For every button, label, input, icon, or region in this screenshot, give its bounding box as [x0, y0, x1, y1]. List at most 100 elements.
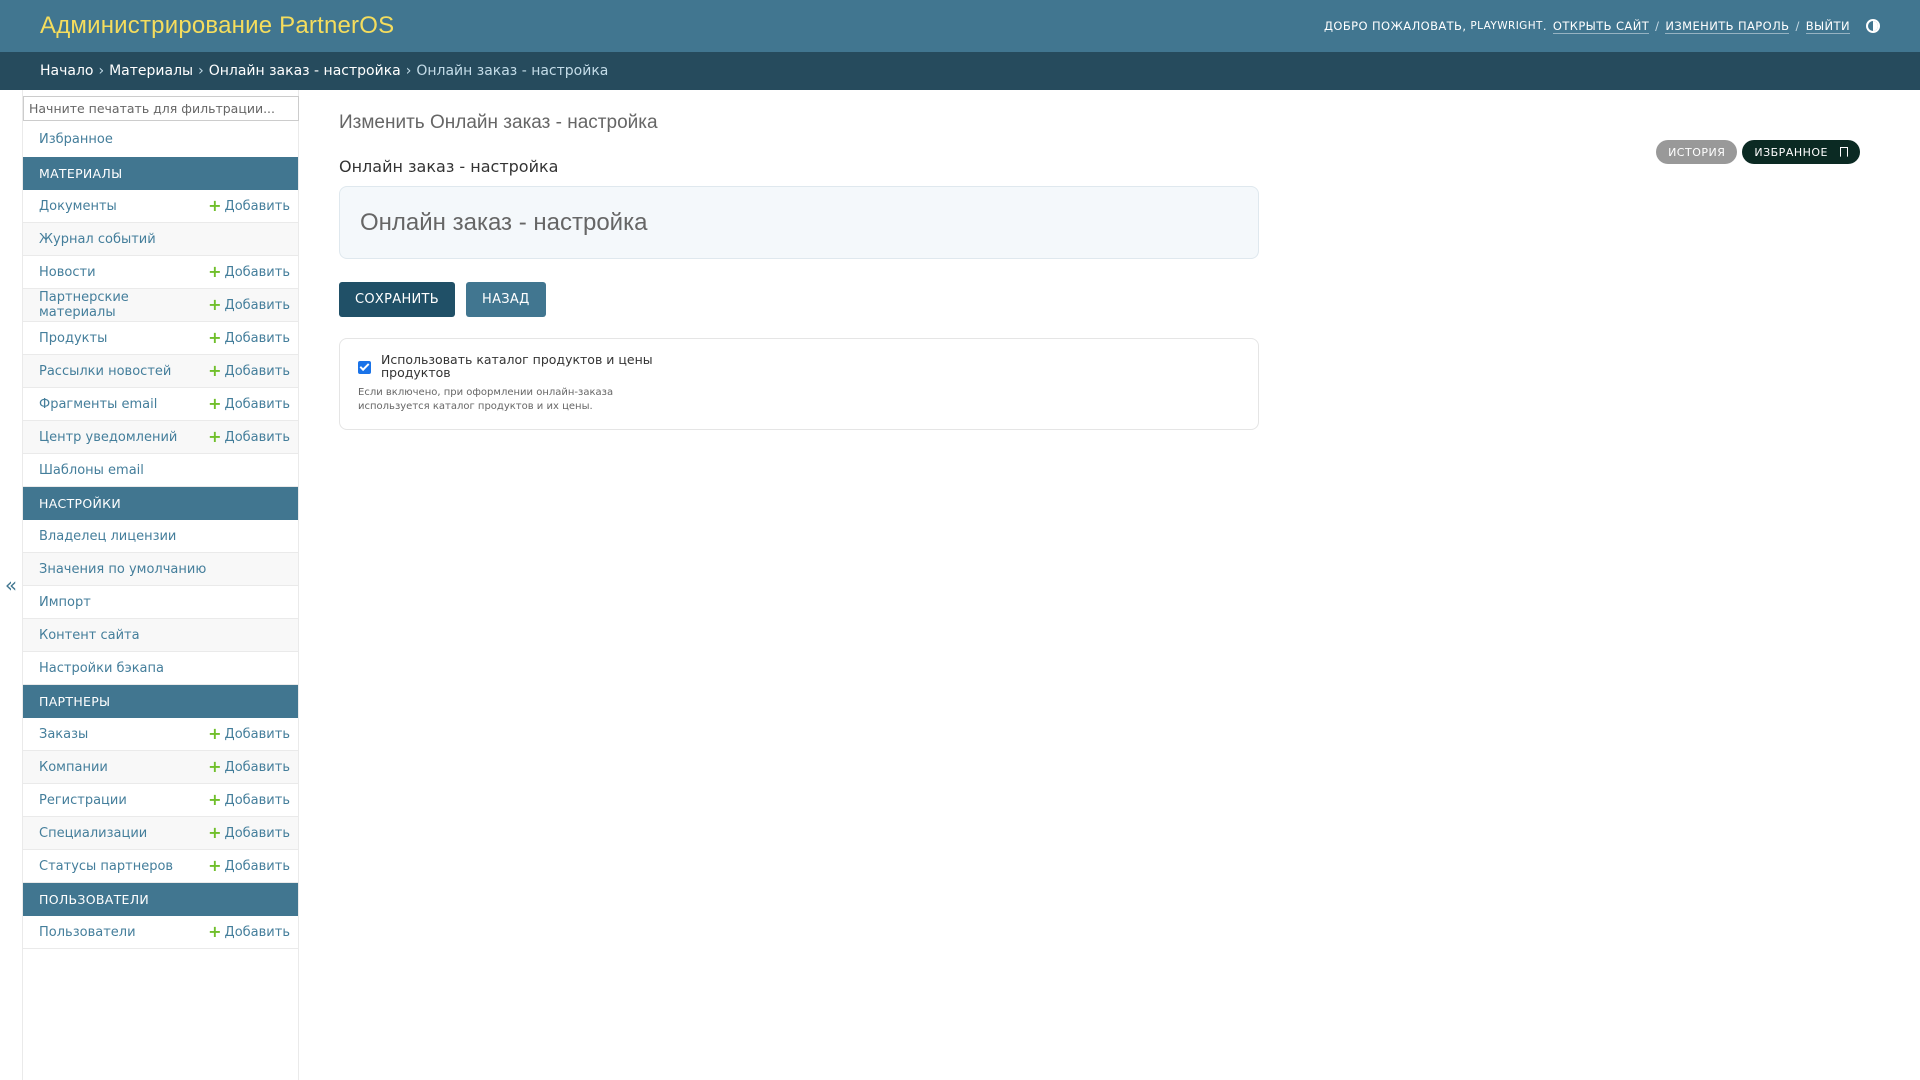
sidebar-item[interactable]: Новости + Добавить: [23, 256, 298, 289]
sidebar-item-label[interactable]: Рассылки новостей: [39, 364, 171, 379]
sidebar-item[interactable]: Владелец лицензии: [23, 520, 298, 553]
plus-icon: +: [208, 856, 222, 875]
save-button[interactable]: Сохранить: [339, 282, 456, 317]
sidebar-item[interactable]: Партнерские материалы + Добавить: [23, 289, 298, 322]
header: Администрирование PartnerOS Добро пожало…: [0, 0, 1920, 52]
settings-fieldset: Использовать каталог продуктов и цены пр…: [339, 338, 1259, 430]
sidebar-item-label[interactable]: Импорт: [39, 595, 91, 610]
add-link[interactable]: + Добавить: [208, 330, 290, 346]
sidebar-collapse-button[interactable]: «: [0, 90, 22, 1080]
breadcrumb-app[interactable]: Материалы: [109, 63, 193, 79]
sidebar-item-label[interactable]: Шаблоны email: [39, 463, 144, 478]
plus-icon: +: [208, 724, 222, 743]
sidebar-item[interactable]: Центр уведомлений + Добавить: [23, 421, 298, 454]
submit-row: Сохранить Назад: [339, 282, 546, 317]
add-link[interactable]: + Добавить: [208, 792, 290, 808]
sidebar-item-label[interactable]: Настройки бэкапа: [39, 661, 164, 676]
sidebar-item[interactable]: Регистрации + Добавить: [23, 784, 298, 817]
sidebar-item-label[interactable]: Новости: [39, 265, 96, 280]
add-link[interactable]: + Добавить: [208, 363, 290, 379]
sidebar-section-header[interactable]: Партнеры: [23, 685, 298, 718]
back-button[interactable]: Назад: [466, 282, 546, 317]
sidebar-item[interactable]: Специализации + Добавить: [23, 817, 298, 850]
add-link[interactable]: + Добавить: [208, 825, 290, 841]
sidebar-item-label[interactable]: Заказы: [39, 727, 88, 742]
sidebar-item[interactable]: Настройки бэкапа: [23, 652, 298, 685]
use-catalog-checkbox[interactable]: [358, 361, 371, 374]
sidebar-item[interactable]: Пользователи + Добавить: [23, 916, 298, 949]
sidebar-item-label[interactable]: Статусы партнеров: [39, 859, 173, 874]
add-label: Добавить: [224, 759, 290, 775]
sidebar-item[interactable]: Продукты + Добавить: [23, 322, 298, 355]
use-catalog-label[interactable]: Использовать каталог продуктов и цены пр…: [381, 353, 671, 379]
add-label: Добавить: [224, 924, 290, 940]
sidebar-item-label[interactable]: Продукты: [39, 331, 107, 346]
history-button[interactable]: История: [1656, 140, 1738, 164]
sidebar-item[interactable]: Шаблоны email: [23, 454, 298, 487]
logout-link[interactable]: Выйти: [1805, 19, 1850, 34]
sidebar-item-label[interactable]: Фрагменты email: [39, 397, 157, 412]
use-catalog-help-text: Если включено, при оформлении онлайн-зак…: [358, 387, 614, 412]
sidebar-item-label[interactable]: Специализации: [39, 826, 147, 841]
breadcrumb-model[interactable]: Онлайн заказ - настройка: [209, 63, 401, 79]
plus-icon: +: [208, 328, 222, 347]
plus-icon: +: [208, 262, 222, 281]
sidebar-item-label[interactable]: Владелец лицензии: [39, 529, 176, 544]
sidebar-item-label[interactable]: Документы: [39, 199, 117, 214]
change-password-link[interactable]: Изменить пароль: [1665, 19, 1790, 34]
sidebar-item[interactable]: Статусы партнеров + Добавить: [23, 850, 298, 883]
add-link[interactable]: + Добавить: [208, 198, 290, 214]
sidebar-item-label: Избранное: [39, 131, 113, 147]
history-label: История: [1668, 145, 1726, 159]
sidebar-item-label[interactable]: Значения по умолчанию: [39, 562, 206, 577]
sidebar-item-label[interactable]: Пользователи: [39, 925, 136, 940]
sidebar-item[interactable]: Журнал событий: [23, 223, 298, 256]
breadcrumb-current: Онлайн заказ - настройка: [416, 63, 609, 79]
sidebar-item[interactable]: Значения по умолчанию: [23, 553, 298, 586]
add-link[interactable]: + Добавить: [208, 924, 290, 940]
plus-icon: +: [208, 394, 222, 413]
sidebar-item[interactable]: Компании + Добавить: [23, 751, 298, 784]
sidebar-section-header[interactable]: Материалы: [23, 157, 298, 190]
plus-icon: +: [208, 361, 222, 380]
sidebar-item[interactable]: Контент сайта: [23, 619, 298, 652]
welcome-text: Добро пожаловать,: [1324, 19, 1467, 33]
sidebar-item-label[interactable]: Партнерские материалы: [39, 290, 208, 320]
add-link[interactable]: + Добавить: [208, 396, 290, 412]
plus-icon: +: [208, 823, 222, 842]
user-tools: Добро пожаловать, playwright . Открыть с…: [1324, 19, 1880, 34]
separator-dot: .: [1542, 19, 1547, 33]
add-link[interactable]: + Добавить: [208, 726, 290, 742]
add-link[interactable]: + Добавить: [208, 858, 290, 874]
half-circle-icon[interactable]: [1866, 19, 1880, 33]
sidebar-item[interactable]: Фрагменты email + Добавить: [23, 388, 298, 421]
plus-icon: +: [208, 757, 222, 776]
favorite-button[interactable]: Избранное: [1742, 140, 1860, 164]
object-title-box: Онлайн заказ - настройка: [339, 186, 1259, 259]
sidebar-item-label[interactable]: Журнал событий: [39, 232, 156, 247]
breadcrumb-home[interactable]: Начало: [40, 63, 93, 79]
bookmark-icon: [1840, 147, 1848, 157]
sidebar-item[interactable]: Заказы + Добавить: [23, 718, 298, 751]
sidebar-item[interactable]: Импорт: [23, 586, 298, 619]
object-subtitle: Онлайн заказ - настройка: [339, 157, 559, 176]
sidebar-item-label[interactable]: Регистрации: [39, 793, 127, 808]
sidebar-item-favorites[interactable]: Избранное: [23, 121, 298, 157]
site-branding[interactable]: Администрирование PartnerOS: [40, 12, 394, 40]
sidebar-section-header[interactable]: Настройки: [23, 487, 298, 520]
sidebar-section-header[interactable]: Пользователи: [23, 883, 298, 916]
add-link[interactable]: + Добавить: [208, 759, 290, 775]
view-site-link[interactable]: Открыть сайт: [1552, 19, 1650, 34]
sidebar-item-label[interactable]: Контент сайта: [39, 628, 140, 643]
plus-icon: +: [208, 196, 222, 215]
sidebar-item[interactable]: Документы + Добавить: [23, 190, 298, 223]
add-link[interactable]: + Добавить: [208, 429, 290, 445]
add-label: Добавить: [224, 198, 290, 214]
sidebar-item-label[interactable]: Центр уведомлений: [39, 430, 177, 445]
add-link[interactable]: + Добавить: [208, 297, 290, 313]
add-link[interactable]: + Добавить: [208, 264, 290, 280]
sidebar-item-label[interactable]: Компании: [39, 760, 108, 775]
add-label: Добавить: [224, 330, 290, 346]
sidebar-item[interactable]: Рассылки новостей + Добавить: [23, 355, 298, 388]
sidebar-filter-input[interactable]: [23, 96, 299, 121]
